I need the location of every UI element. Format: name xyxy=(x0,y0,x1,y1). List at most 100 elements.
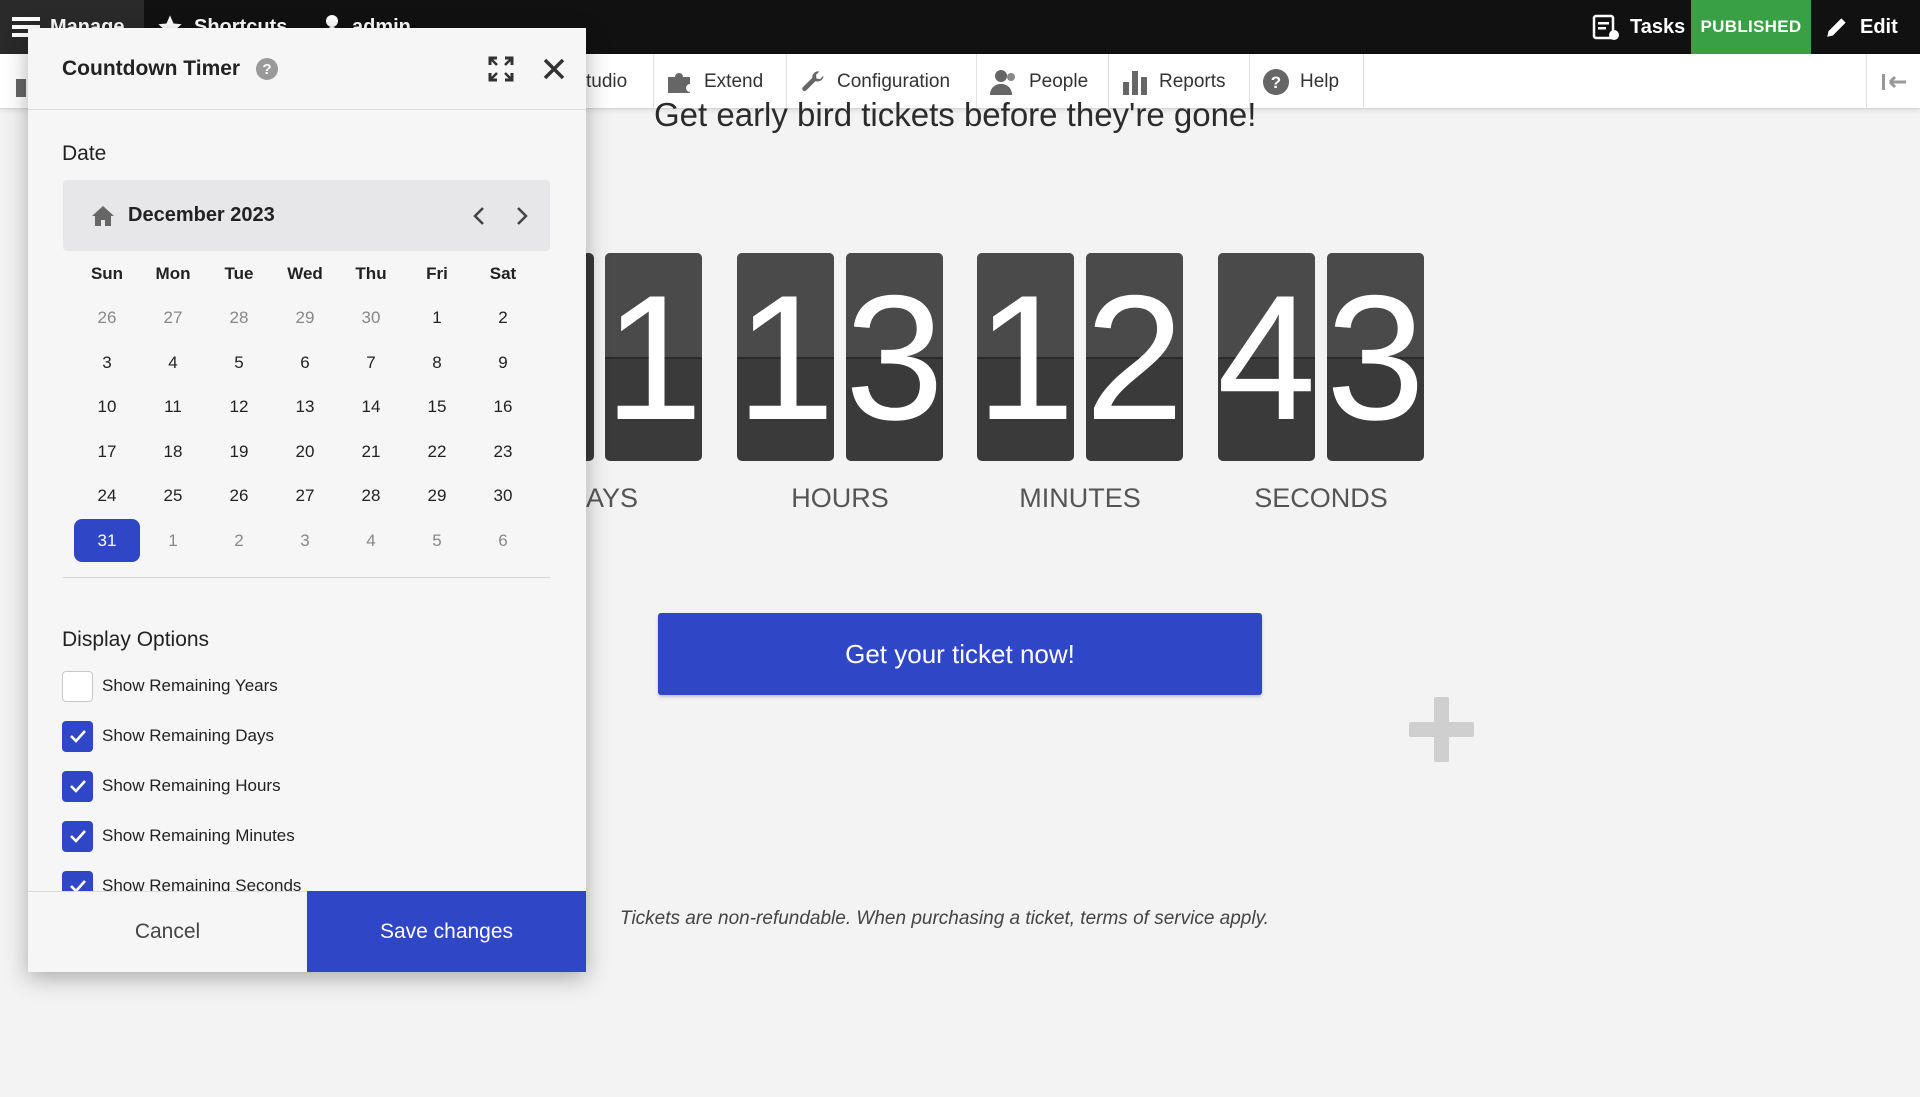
calendar-day[interactable]: 12 xyxy=(206,387,272,427)
calendar-day[interactable]: 13 xyxy=(272,387,338,427)
menu-item-studio[interactable]: tudio xyxy=(580,54,654,109)
calendar-day[interactable]: 29 xyxy=(404,476,470,516)
checkbox[interactable] xyxy=(62,770,93,802)
date-picker: December 2023 Sun Mon Tue Wed Thu Fri Sa… xyxy=(63,180,550,563)
minutes-flip-card: 1 xyxy=(977,253,1074,461)
home-icon[interactable] xyxy=(91,204,115,228)
calendar-day[interactable]: 1 xyxy=(140,521,206,561)
help-icon[interactable]: ? xyxy=(256,58,278,80)
calendar-day[interactable]: 2 xyxy=(470,298,536,338)
get-ticket-button[interactable]: Get your ticket now! xyxy=(658,613,1262,695)
calendar-day[interactable]: 1 xyxy=(404,298,470,338)
calendar-week: 10 11 12 13 14 15 16 xyxy=(63,385,550,430)
calendar-day[interactable]: 30 xyxy=(470,476,536,516)
weekday-label: Wed xyxy=(287,263,323,283)
calendar-day[interactable]: 21 xyxy=(338,432,404,472)
calendar-day[interactable]: 3 xyxy=(74,343,140,383)
option-show-minutes[interactable]: Show Remaining Minutes xyxy=(62,820,295,852)
published-status-badge[interactable]: PUBLISHED xyxy=(1691,0,1811,54)
weekday-row: Sun Mon Tue Wed Thu Fri Sat xyxy=(63,251,550,296)
calendar-day[interactable]: 25 xyxy=(140,476,206,516)
close-icon[interactable] xyxy=(541,56,567,82)
calendar-day[interactable]: 7 xyxy=(338,343,404,383)
minutes-digit: 2 xyxy=(1086,257,1183,457)
chevron-right-icon[interactable] xyxy=(509,204,533,228)
cancel-button[interactable]: Cancel xyxy=(28,891,307,972)
collapse-toolbar-button[interactable] xyxy=(1866,54,1920,109)
minutes-label: MINUTES xyxy=(1019,483,1141,513)
calendar-day[interactable]: 5 xyxy=(206,343,272,383)
calendar-day[interactable]: 26 xyxy=(74,298,140,338)
tasks-button[interactable]: Tasks xyxy=(1592,0,1685,54)
checkbox[interactable] xyxy=(62,670,93,702)
calendar-day[interactable]: 5 xyxy=(404,521,470,561)
calendar-day-selected[interactable]: 31 xyxy=(74,519,140,563)
option-label: Show Remaining Years xyxy=(102,676,278,695)
days-label: AYS xyxy=(585,483,639,513)
seconds-flip-card: 4 xyxy=(1218,253,1315,461)
calendar-day[interactable]: 6 xyxy=(272,343,338,383)
calendar-day[interactable]: 17 xyxy=(74,432,140,472)
calendar-month: December 2023 xyxy=(128,204,275,226)
calendar-day[interactable]: 4 xyxy=(140,343,206,383)
calendar-day[interactable]: 8 xyxy=(404,343,470,383)
weekday-label: Thu xyxy=(355,263,387,283)
edit-button[interactable]: Edit xyxy=(1824,0,1898,54)
calendar-header: December 2023 xyxy=(63,180,550,251)
calendar-day[interactable]: 24 xyxy=(74,476,140,516)
calendar-day[interactable]: 28 xyxy=(206,298,272,338)
option-label: Show Remaining Minutes xyxy=(102,826,295,845)
days-digit: 1 xyxy=(605,257,702,457)
dialog-footer: Cancel Save changes xyxy=(28,891,586,972)
seconds-digit: 4 xyxy=(1218,257,1315,457)
calendar-day[interactable]: 6 xyxy=(470,521,536,561)
menu-item-label: Extend xyxy=(704,70,764,92)
dialog-header: Countdown Timer ? xyxy=(28,28,586,110)
checkbox[interactable] xyxy=(62,820,93,852)
hours-flip-card: 1 xyxy=(737,253,834,461)
calendar-day[interactable]: 23 xyxy=(470,432,536,472)
save-changes-button[interactable]: Save changes xyxy=(307,891,586,972)
calendar-day[interactable]: 30 xyxy=(338,298,404,338)
calendar-day[interactable]: 10 xyxy=(74,387,140,427)
tasks-label: Tasks xyxy=(1630,15,1686,38)
chevron-left-icon[interactable] xyxy=(468,204,492,228)
calendar-day[interactable]: 16 xyxy=(470,387,536,427)
calendar-day[interactable]: 15 xyxy=(404,387,470,427)
countdown-timer-dialog: Countdown Timer ? Date December 2023 Sun… xyxy=(28,28,586,972)
option-show-days[interactable]: Show Remaining Days xyxy=(62,720,274,752)
option-label: Show Remaining Hours xyxy=(102,776,281,795)
checkbox[interactable] xyxy=(62,720,93,752)
expand-icon[interactable] xyxy=(488,56,514,82)
calendar-day[interactable]: 27 xyxy=(140,298,206,338)
weekday-label: Sat xyxy=(489,263,517,283)
calendar-day[interactable]: 19 xyxy=(206,432,272,472)
page-headline: Get early bird tickets before they're go… xyxy=(654,96,1257,133)
calendar-day[interactable]: 20 xyxy=(272,432,338,472)
calendar-day[interactable]: 9 xyxy=(470,343,536,383)
calendar-day[interactable]: 22 xyxy=(404,432,470,472)
option-show-years[interactable]: Show Remaining Years xyxy=(62,670,278,702)
calendar-day[interactable]: 26 xyxy=(206,476,272,516)
calendar-day[interactable]: 27 xyxy=(272,476,338,516)
calendar-day[interactable]: 3 xyxy=(272,521,338,561)
option-show-hours[interactable]: Show Remaining Hours xyxy=(62,770,281,802)
calendar-day[interactable]: 29 xyxy=(272,298,338,338)
calendar-week: 24 25 26 27 28 29 30 xyxy=(63,474,550,519)
calendar-day[interactable]: 4 xyxy=(338,521,404,561)
hours-flip-card: 3 xyxy=(846,253,943,461)
calendar-day[interactable]: 14 xyxy=(338,387,404,427)
seconds-flip-card: 3 xyxy=(1327,253,1424,461)
disclaimer-text: Tickets are non-refundable. When purchas… xyxy=(620,908,1269,929)
days-flip-card: 1 xyxy=(605,253,702,461)
menu-item-help[interactable]: ? Help xyxy=(1250,54,1364,109)
date-label: Date xyxy=(62,142,107,165)
calendar-day[interactable]: 28 xyxy=(338,476,404,516)
menu-item-label: Configuration xyxy=(837,70,951,92)
add-block-icon[interactable] xyxy=(1409,697,1474,762)
calendar-day[interactable]: 2 xyxy=(206,521,272,561)
weekday-label: Sun xyxy=(90,263,124,283)
calendar-day[interactable]: 18 xyxy=(140,432,206,472)
pencil-icon xyxy=(1827,18,1846,37)
calendar-day[interactable]: 11 xyxy=(140,387,206,427)
